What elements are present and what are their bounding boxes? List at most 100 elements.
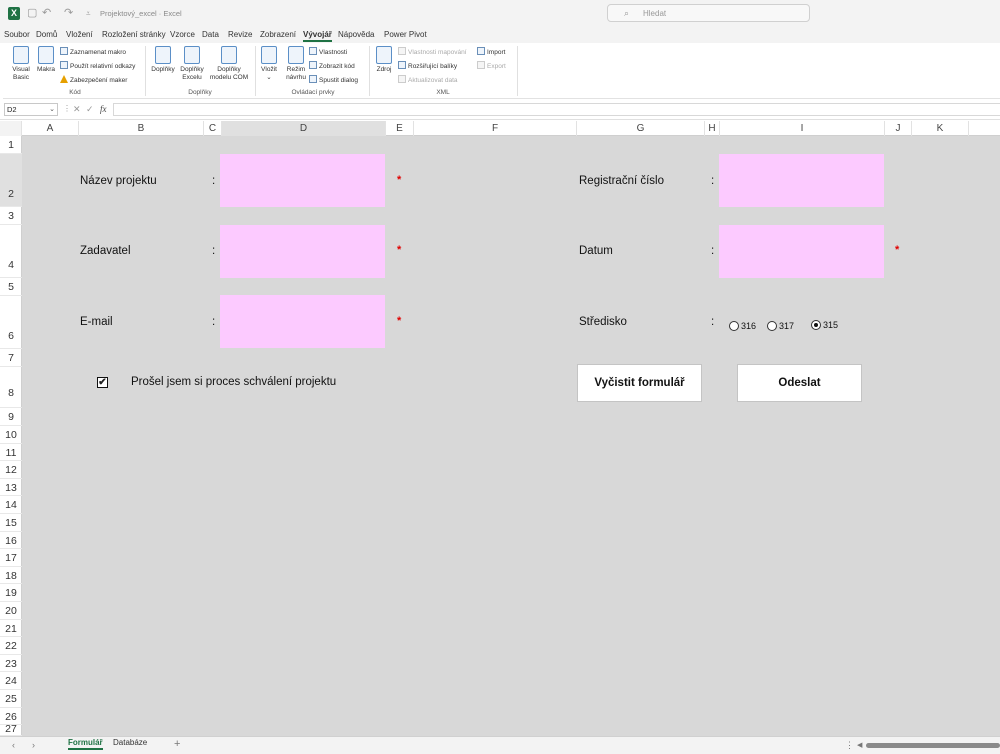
clear-form-button[interactable]: Vyčistit formulář [577, 364, 702, 402]
addins-button[interactable]: Doplňky [149, 46, 177, 74]
customize-qat-icon[interactable]: ⩡ [86, 8, 91, 19]
row-header[interactable]: 25 [0, 690, 22, 708]
row-header[interactable]: 8 [0, 367, 22, 408]
column-header-g[interactable]: G [577, 121, 705, 136]
row-header[interactable]: 10 [0, 426, 22, 444]
tab-power-pivot[interactable]: Power Pivot [384, 30, 427, 39]
row-header[interactable]: 19 [0, 584, 22, 602]
tab-revize[interactable]: Revize [228, 30, 252, 39]
tab-data[interactable]: Data [202, 30, 219, 39]
column-header-k[interactable]: K [912, 121, 969, 136]
properties-button[interactable]: Vlastnosti [309, 47, 347, 57]
chevron-right-icon[interactable]: › [32, 740, 35, 750]
formula-input[interactable] [113, 103, 1000, 116]
tab-vzorce[interactable]: Vzorce [170, 30, 195, 39]
center-radio-315[interactable]: 315 [811, 320, 838, 330]
design-mode-button[interactable]: Režim návrhu [283, 46, 309, 81]
row-header[interactable]: 12 [0, 461, 22, 479]
autosave-icon[interactable]: ▢ [27, 8, 37, 19]
add-sheet-button[interactable]: + [174, 738, 180, 750]
visual-basic-button[interactable]: Visual Basic [7, 46, 35, 81]
row-header[interactable]: 13 [0, 479, 22, 497]
column-header-d[interactable]: D [222, 121, 386, 136]
name-box[interactable]: D2 ⌄ [4, 103, 58, 116]
expansion-packs-button[interactable]: Rozšiřující balíky [398, 61, 457, 71]
row-header[interactable]: 23 [0, 655, 22, 673]
select-all-corner[interactable] [0, 121, 22, 136]
column-header-f[interactable]: F [414, 121, 577, 136]
tab-domu[interactable]: Domů [36, 30, 57, 39]
search-box[interactable]: ⌕ Hledat [607, 4, 810, 22]
export-button[interactable]: Export [477, 61, 506, 71]
column-header-b[interactable]: B [79, 121, 204, 136]
reg-number-field[interactable] [719, 154, 884, 207]
tab-vyvojar[interactable]: Vývojář [303, 30, 332, 42]
redo-icon[interactable]: ↷ [64, 8, 73, 19]
submit-button[interactable]: Odeslat [737, 364, 862, 402]
tab-rozlozeni[interactable]: Rozložení stránky [102, 30, 166, 39]
relative-refs-button[interactable]: Použít relativní odkazy [60, 61, 135, 71]
center-radio-317[interactable]: 317 [767, 321, 794, 331]
column-header-c[interactable]: C [204, 121, 222, 136]
scroll-left-icon[interactable]: ◀ [857, 741, 862, 749]
insert-control-button[interactable]: Vložit ⌄ [257, 46, 281, 81]
approval-checkbox[interactable]: ✔ [97, 377, 108, 388]
row-header[interactable]: 27 [0, 725, 22, 736]
column-header-e[interactable]: E [386, 121, 414, 136]
column-header-j[interactable]: J [885, 121, 912, 136]
column-header-i[interactable]: I [720, 121, 885, 136]
more-icon[interactable]: ⋮ [63, 104, 71, 113]
row-header[interactable]: 15 [0, 514, 22, 532]
applicant-field[interactable] [220, 225, 385, 278]
date-field[interactable] [719, 225, 884, 278]
row-header[interactable]: 6 [0, 296, 22, 349]
tab-soubor[interactable]: Soubor [4, 30, 30, 39]
macro-security-button[interactable]: Zabezpečení maker [60, 75, 127, 85]
email-field[interactable] [220, 295, 385, 348]
chevron-left-icon[interactable]: ‹ [12, 740, 15, 750]
row-header[interactable]: 11 [0, 444, 22, 462]
row-header[interactable]: 18 [0, 567, 22, 585]
row-header[interactable]: 5 [0, 278, 22, 296]
tab-zobrazeni[interactable]: Zobrazení [260, 30, 296, 39]
row-header[interactable]: 20 [0, 602, 22, 620]
row-header[interactable]: 9 [0, 408, 22, 426]
row-header[interactable]: 16 [0, 532, 22, 550]
row-header[interactable]: 24 [0, 672, 22, 690]
row-header[interactable]: 4 [0, 225, 22, 278]
cancel-icon[interactable]: ✕ [73, 104, 81, 115]
insert-function-icon[interactable]: fx [100, 104, 107, 114]
map-properties-button[interactable]: Vlastnosti mapování [398, 47, 467, 57]
project-name-field[interactable] [220, 154, 385, 207]
row-header[interactable]: 3 [0, 207, 22, 225]
center-radio-316[interactable]: 316 [729, 321, 756, 331]
tab-napoveda[interactable]: Nápověda [338, 30, 374, 39]
undo-icon[interactable]: ↶ [42, 8, 51, 19]
xml-source-button[interactable]: Zdroj [373, 46, 395, 74]
row-header[interactable]: 26 [0, 708, 22, 726]
row-header[interactable]: 2 [0, 154, 22, 207]
row-header[interactable]: 22 [0, 637, 22, 655]
row-header[interactable]: 14 [0, 496, 22, 514]
row-header[interactable]: 21 [0, 620, 22, 638]
view-code-button[interactable]: Zobrazit kód [309, 61, 355, 71]
enter-icon[interactable]: ✓ [86, 104, 94, 115]
row-header[interactable]: 7 [0, 349, 22, 367]
chevron-down-icon[interactable]: ⌄ [49, 104, 55, 116]
more-icon[interactable]: ⋮ [845, 740, 854, 751]
record-macro-button[interactable]: Zaznamenat makro [60, 47, 126, 57]
com-addins-button[interactable]: Doplňky modelu COM [207, 46, 251, 81]
macros-button[interactable]: Makra [35, 46, 57, 74]
excel-addins-button[interactable]: Doplňky Excelu [177, 46, 207, 81]
run-dialog-button[interactable]: Spustit dialog [309, 75, 358, 85]
column-header-a[interactable]: A [22, 121, 79, 136]
horizontal-scrollbar[interactable] [866, 743, 1000, 748]
sheet-tab-databaze[interactable]: Databáze [113, 738, 147, 747]
refresh-data-button[interactable]: Aktualizovat data [398, 75, 458, 85]
row-header[interactable]: 17 [0, 549, 22, 567]
import-button[interactable]: Import [477, 47, 505, 57]
tab-vlozeni[interactable]: Vložení [66, 30, 93, 39]
column-header-h[interactable]: H [705, 121, 720, 136]
sheet-tab-formular[interactable]: Formulář [68, 738, 103, 750]
row-header[interactable]: 1 [0, 136, 22, 154]
